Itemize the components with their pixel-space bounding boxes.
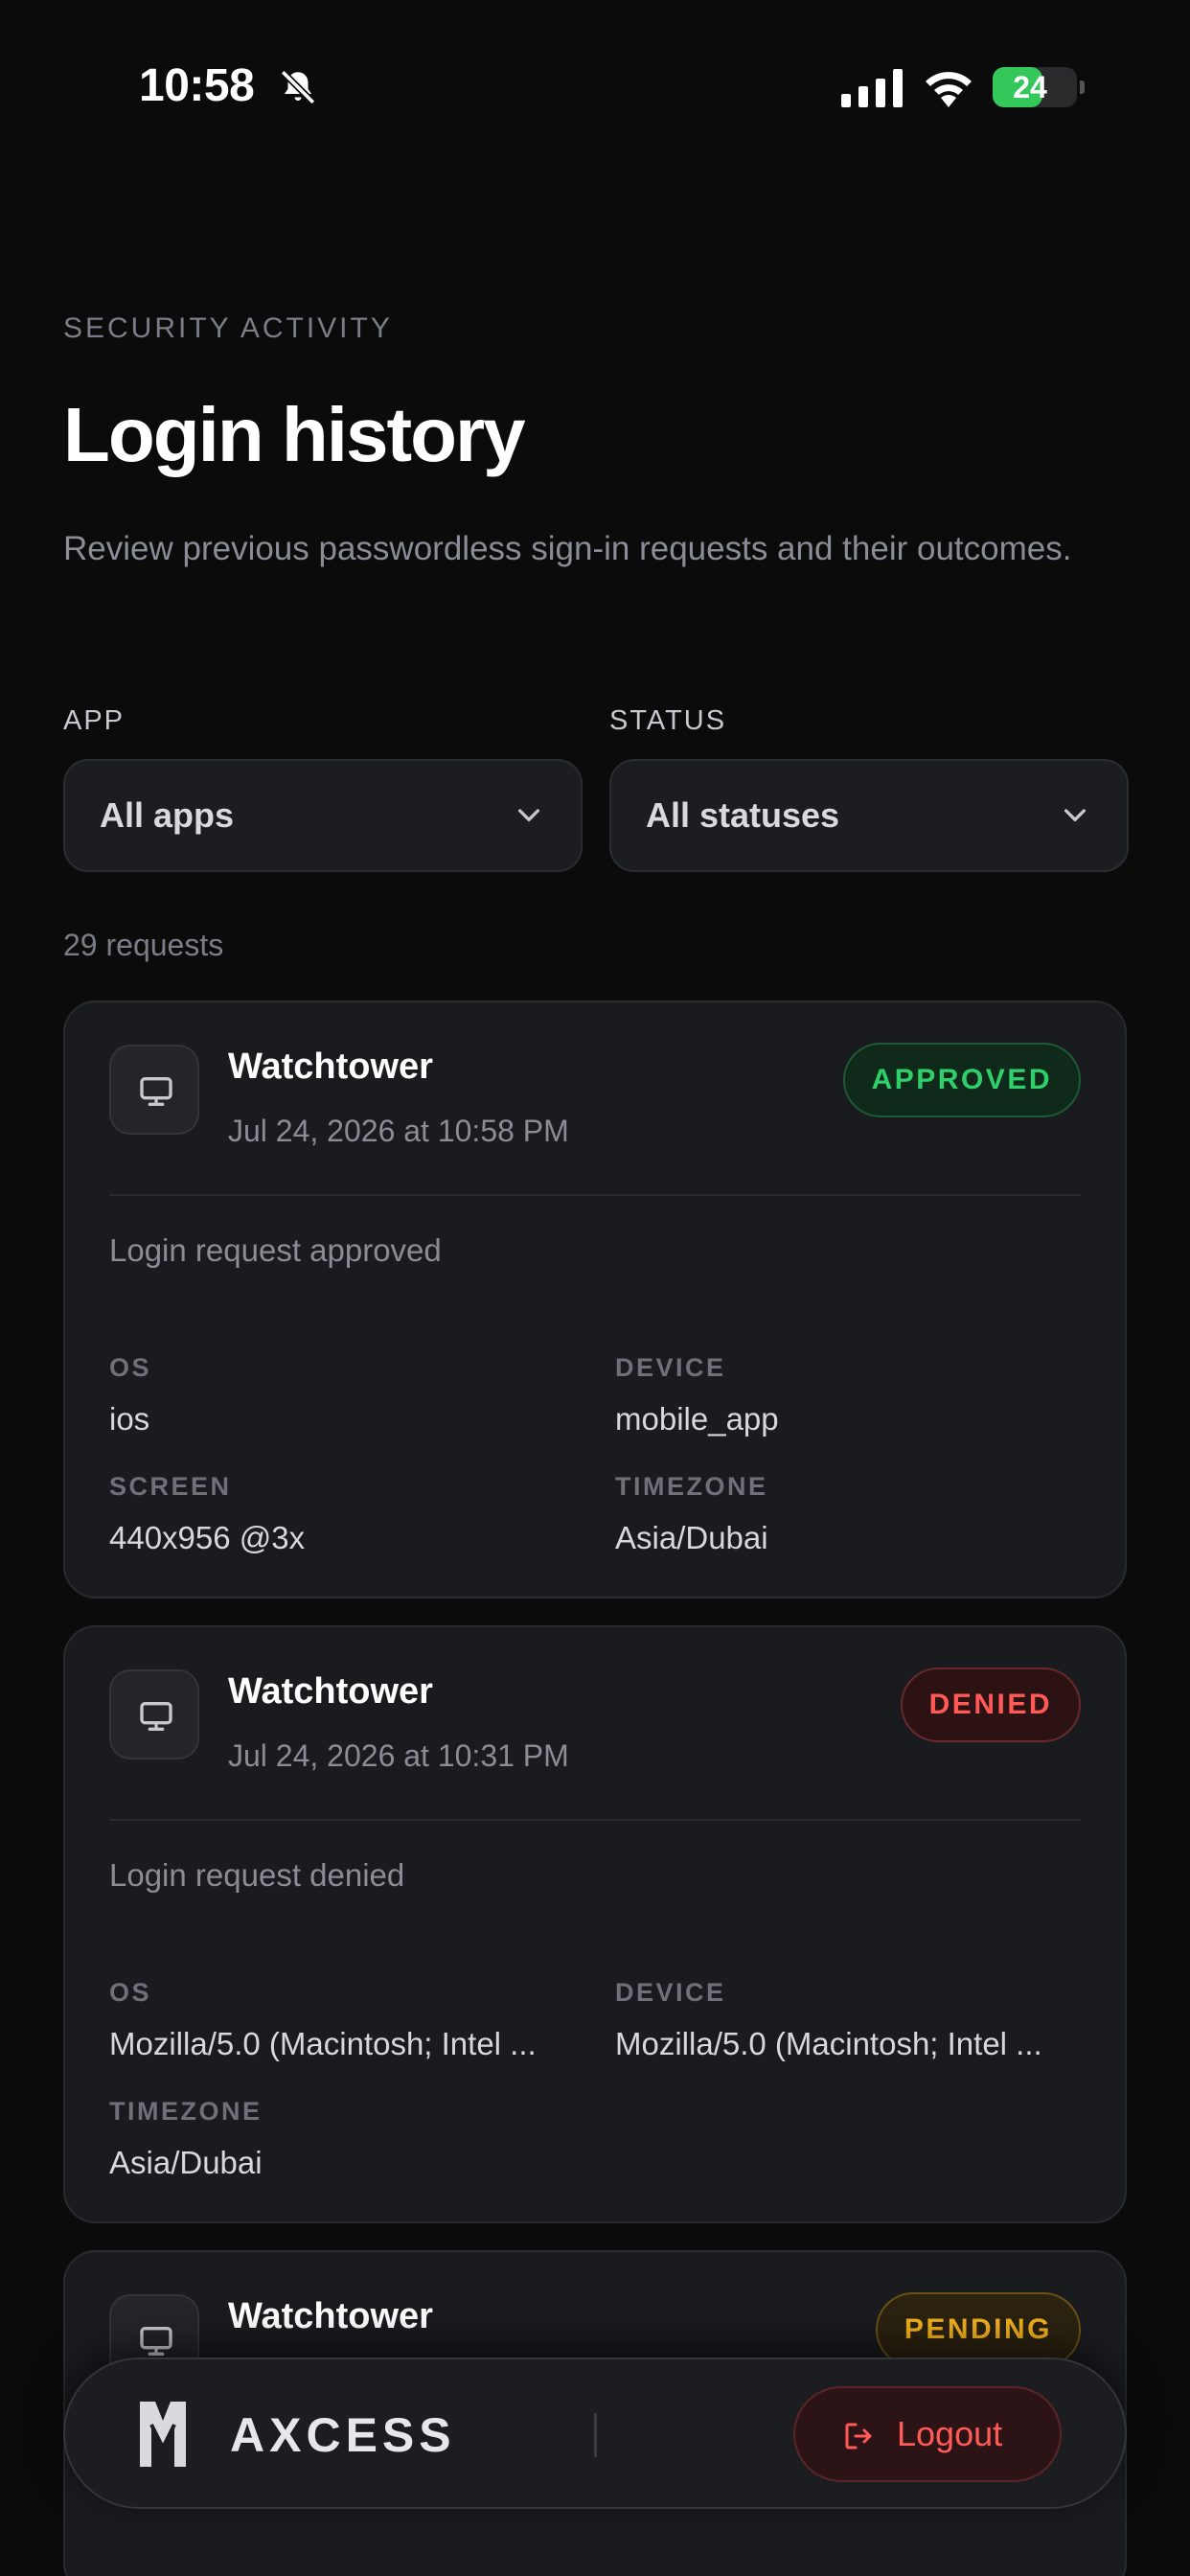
field-value-device: mobile_app xyxy=(615,1401,779,1437)
brand-name: AXCESS xyxy=(230,2408,456,2462)
card-app-name: Watchtower xyxy=(228,1671,433,1712)
card-divider xyxy=(109,1819,1081,1821)
card-date: Jul 24, 2026 at 10:58 PM xyxy=(228,1114,569,1148)
field-label-device: DEVICE xyxy=(615,1353,726,1382)
status-time: 10:58 xyxy=(139,60,255,111)
monitor-icon xyxy=(140,1077,172,1106)
app-icon-box xyxy=(109,1669,199,1760)
field-value-timezone: Asia/Dubai xyxy=(615,1520,768,1555)
bottom-bar: AXCESS Logout xyxy=(63,2358,1127,2509)
logout-button[interactable]: Logout xyxy=(793,2386,1062,2482)
logout-label: Logout xyxy=(897,2414,1003,2453)
axcess-logo-icon xyxy=(140,2402,186,2467)
monitor-icon xyxy=(140,1702,172,1731)
field-label-os: OS xyxy=(109,1353,152,1382)
signal-icon xyxy=(841,69,903,107)
field-value-timezone: Asia/Dubai xyxy=(109,2145,263,2180)
status-filter-select[interactable]: All statuses xyxy=(609,759,1129,872)
status-bar: 10:58 24 xyxy=(0,0,1190,172)
monitor-icon xyxy=(140,2327,172,2356)
field-value-os: ios xyxy=(109,1401,150,1437)
card-date: Jul 24, 2026 at 10:31 PM xyxy=(228,1738,569,1773)
logout-icon xyxy=(845,2423,872,2450)
card-app-name: Watchtower xyxy=(228,2296,433,2336)
page-subtitle: Review previous passwordless sign-in req… xyxy=(63,530,1072,567)
app-filter-label: APP xyxy=(63,705,126,736)
field-label-screen: SCREEN xyxy=(109,1472,232,1501)
card-app-name: Watchtower xyxy=(228,1046,433,1087)
section-eyebrow: SECURITY ACTIVITY xyxy=(63,312,393,344)
app-icon-box xyxy=(109,1045,199,1135)
field-value-device: Mozilla/5.0 (Macintosh; Intel ... xyxy=(615,2026,1042,2061)
field-label-device: DEVICE xyxy=(615,1978,726,2007)
request-count: 29 requests xyxy=(63,928,224,962)
field-label-timezone: TIMEZONE xyxy=(109,2097,263,2126)
wifi-icon xyxy=(926,72,972,107)
status-badge: APPROVED xyxy=(842,1043,1081,1117)
card-message: Login request denied xyxy=(109,1857,405,1893)
battery-icon: 24 xyxy=(993,67,1085,107)
app-filter-value: All apps xyxy=(100,795,235,835)
card-message: Login request approved xyxy=(109,1232,442,1268)
card-divider xyxy=(109,1194,1081,1196)
app-filter-select[interactable]: All apps xyxy=(63,759,583,872)
field-label-os: OS xyxy=(109,1978,152,2007)
status-badge: DENIED xyxy=(900,1668,1081,1742)
chevron-down-icon xyxy=(518,809,539,821)
login-request-card[interactable]: Watchtower Jul 24, 2026 at 10:31 PM DENI… xyxy=(63,1625,1127,2223)
bar-separator xyxy=(594,2413,597,2457)
status-badge: PENDING xyxy=(875,2292,1081,2367)
field-value-screen: 440x956 @3x xyxy=(109,1520,306,1555)
status-filter-value: All statuses xyxy=(646,795,840,835)
field-value-os: Mozilla/5.0 (Macintosh; Intel ... xyxy=(109,2026,537,2061)
bell-slash-icon xyxy=(280,69,316,105)
page-title: Login history xyxy=(63,392,526,477)
chevron-down-icon xyxy=(1064,809,1086,821)
field-label-timezone: TIMEZONE xyxy=(615,1472,768,1501)
login-request-card[interactable]: Watchtower Jul 24, 2026 at 10:58 PM APPR… xyxy=(63,1000,1127,1598)
status-filter-label: STATUS xyxy=(609,705,727,736)
